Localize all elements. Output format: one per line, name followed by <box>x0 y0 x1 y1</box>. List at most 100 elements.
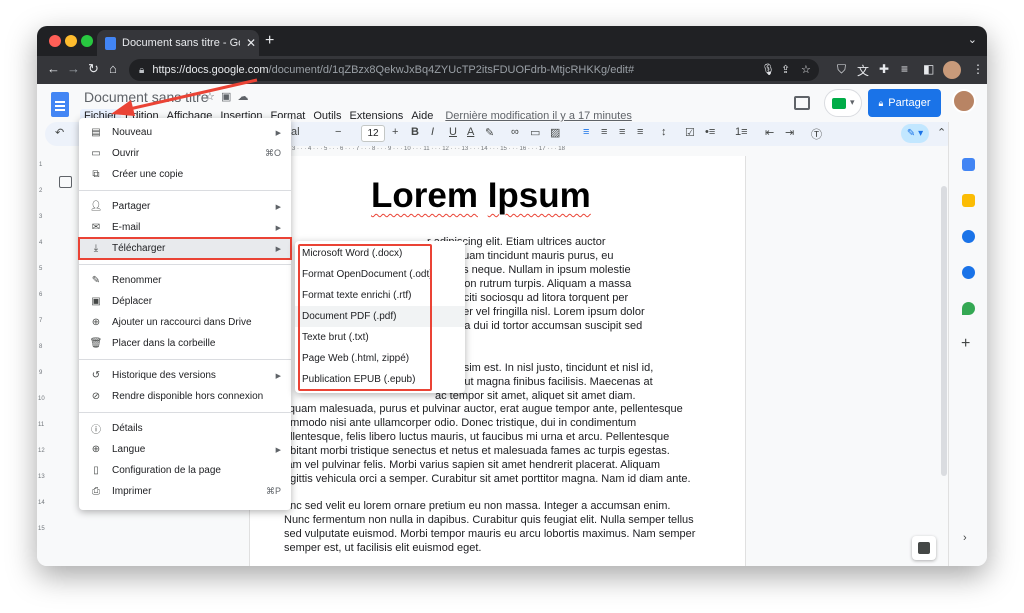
account-avatar[interactable] <box>952 89 976 113</box>
mic-icon[interactable]: 🎙︎ <box>761 63 775 76</box>
collapse-menus-chevron-icon[interactable]: ⌃ <box>937 126 946 139</box>
close-window-button[interactable] <box>49 35 61 47</box>
meet-button[interactable]: ▾ <box>824 89 862 117</box>
paragraph-1[interactable]: r adipiscing elit. Etiam ultrices auctor… <box>427 235 687 347</box>
paragraph-2[interactable]: liquam malesuada, purus et pulvinar auct… <box>284 402 704 486</box>
menu-extensions[interactable]: Extensions <box>346 109 408 123</box>
link-icon[interactable]: ∞ <box>511 126 519 138</box>
bulleted-list-icon[interactable]: •≡ <box>705 126 715 138</box>
tasks-icon[interactable] <box>962 230 975 243</box>
download-html[interactable]: Page Web (.html, zippé) <box>295 348 465 369</box>
explore-button[interactable] <box>912 536 936 560</box>
reload-icon[interactable]: ↻ <box>88 61 99 77</box>
download-epub[interactable]: Publication EPUB (.epub) <box>295 369 465 390</box>
file-menu-configuration[interactable]: ▯ Configuration de la page <box>79 460 291 481</box>
profile-avatar[interactable] <box>943 61 961 79</box>
docs-logo-icon[interactable] <box>51 92 69 117</box>
italic-button[interactable]: I <box>431 126 434 138</box>
file-menu-historique[interactable]: ↺ Historique des versions ▶ <box>79 365 291 386</box>
download-pdf[interactable]: Document PDF (.pdf) <box>295 306 465 327</box>
checklist-icon[interactable]: ☑ <box>685 126 695 139</box>
minimize-window-button[interactable] <box>65 35 77 47</box>
browser-menu-icon[interactable]: ⋮ <box>972 62 984 76</box>
text-color-button[interactable]: A <box>467 126 474 138</box>
new-tab-button[interactable]: + <box>265 32 274 50</box>
bookmark-star-icon[interactable]: ☆ <box>801 63 811 76</box>
download-rtf[interactable]: Format texte enrichi (.rtf) <box>295 285 465 306</box>
reading-list-icon[interactable]: ≡ <box>901 62 908 76</box>
file-menu-email[interactable]: ✉ E-mail ▶ <box>79 217 291 238</box>
file-menu-deplacer[interactable]: ▣ Déplacer <box>79 291 291 312</box>
clear-formatting-icon[interactable]: Ⓣ <box>811 126 822 142</box>
share-button[interactable]: 🔒︎ Partager <box>868 89 941 117</box>
horizontal-ruler[interactable]: · · · 1 · · · 2 · · · 3 · · · 4 · · · 5 … <box>249 146 746 156</box>
last-modified-link[interactable]: Dernière modification il y a 17 minutes <box>441 109 635 123</box>
highlight-pen-icon[interactable]: ✎ <box>485 126 494 139</box>
file-menu-corbeille[interactable]: 🗑︎ Placer dans la corbeille <box>79 333 291 354</box>
decrease-font-size-icon[interactable]: − <box>335 126 341 138</box>
vertical-ruler[interactable]: 1 2 3 4 5 6 7 8 9 10 11 12 13 14 15 <box>37 156 47 566</box>
increase-font-size-icon[interactable]: + <box>392 126 398 138</box>
editing-mode-button[interactable]: ✎ ▾ <box>901 124 929 143</box>
share-page-icon[interactable]: ⇪ <box>781 63 790 76</box>
extensions-puzzle-icon[interactable]: ✚ <box>879 62 889 76</box>
back-arrow-icon[interactable]: ← <box>47 61 60 76</box>
paragraph-2-right[interactable]: dignissim est. In nisl justo, tincidunt … <box>435 361 695 403</box>
download-docx[interactable]: Microsoft Word (.docx) <box>295 243 465 264</box>
home-icon[interactable]: ⌂ <box>109 61 117 76</box>
document-scrollbar[interactable] <box>941 186 947 476</box>
file-menu-nouveau[interactable]: ▤ Nouveau ▶ <box>79 122 291 143</box>
menu-aide[interactable]: Aide <box>407 109 437 123</box>
paragraph-3[interactable]: unc sed velit eu lorem ornare pretium eu… <box>284 499 704 555</box>
tab-search-chevron-icon[interactable]: ⌄ <box>968 33 977 46</box>
forward-arrow-icon[interactable]: → <box>67 61 80 76</box>
justify-icon[interactable]: ≡ <box>637 126 643 138</box>
comment-history-icon[interactable] <box>794 96 810 110</box>
menu-item-label: Rendre disponible hors connexion <box>112 391 264 402</box>
menu-item-label: Langue <box>112 444 146 455</box>
align-center-icon[interactable]: ≡ <box>601 126 607 138</box>
menu-outils[interactable]: Outils <box>309 109 345 123</box>
file-menu-partager[interactable]: 👤︎ Partager ▶ <box>79 196 291 217</box>
calendar-icon[interactable] <box>962 158 975 171</box>
underline-button[interactable]: U <box>449 126 457 138</box>
file-menu-imprimer[interactable]: ⎙ Imprimer ⌘P <box>79 481 291 502</box>
browser-tab[interactable]: Document sans titre - Google Do ✕ <box>97 30 259 56</box>
add-comment-icon[interactable]: ▭ <box>530 126 540 139</box>
font-selector[interactable]: al <box>291 126 300 138</box>
contacts-icon[interactable] <box>962 266 975 279</box>
maps-icon[interactable] <box>962 302 975 315</box>
file-menu-telecharger[interactable]: ⤓ Télécharger ▶ <box>78 237 292 260</box>
align-right-icon[interactable]: ≡ <box>619 126 625 138</box>
bold-button[interactable]: B <box>411 126 419 138</box>
download-txt[interactable]: Texte brut (.txt) <box>295 327 465 348</box>
file-menu-renommer[interactable]: ✎ Renommer <box>79 270 291 291</box>
keep-icon[interactable] <box>962 194 975 207</box>
document-heading[interactable]: Lorem Ipsum <box>371 176 591 216</box>
extension-shield-icon[interactable]: ⛉ <box>837 62 846 77</box>
file-menu-langue[interactable]: ⊕ Langue ▶ <box>79 439 291 460</box>
menu-item-label: Créer une copie <box>112 169 184 180</box>
undo-icon[interactable]: ↶ <box>55 126 64 139</box>
maximize-window-button[interactable] <box>81 35 93 47</box>
hide-panel-chevron-icon[interactable]: › <box>963 532 967 544</box>
file-menu-hors-connexion[interactable]: ⊘ Rendre disponible hors connexion <box>79 386 291 407</box>
text-line: ectus ut magna finibus facilisis. Maecen… <box>435 376 653 388</box>
extension-translate-icon[interactable]: 文 <box>857 62 869 79</box>
font-size-input[interactable]: 12 <box>361 125 385 142</box>
line-spacing-icon[interactable]: ↕ <box>661 126 667 138</box>
get-addons-plus-icon[interactable]: + <box>961 335 970 353</box>
increase-indent-icon[interactable]: ⇥ <box>785 126 794 139</box>
file-menu-ouvrir[interactable]: ▭ Ouvrir ⌘O <box>79 143 291 164</box>
file-menu-copie[interactable]: ⧉ Créer une copie <box>79 164 291 185</box>
file-menu-raccourci[interactable]: ⊕ Ajouter un raccourci dans Drive <box>79 312 291 333</box>
insert-image-icon[interactable]: ▨ <box>550 126 560 139</box>
numbered-list-icon[interactable]: 1≡ <box>735 126 748 138</box>
side-panel-icon[interactable]: ◧ <box>923 62 934 76</box>
document-outline-icon[interactable] <box>59 176 72 188</box>
file-menu-details[interactable]: ⓘ Détails <box>79 418 291 439</box>
download-odt[interactable]: Format OpenDocument (.odt) <box>295 264 465 285</box>
decrease-indent-icon[interactable]: ⇤ <box>765 126 774 139</box>
align-left-icon[interactable]: ≡ <box>583 126 589 138</box>
tab-close-icon[interactable]: ✕ <box>246 36 256 50</box>
